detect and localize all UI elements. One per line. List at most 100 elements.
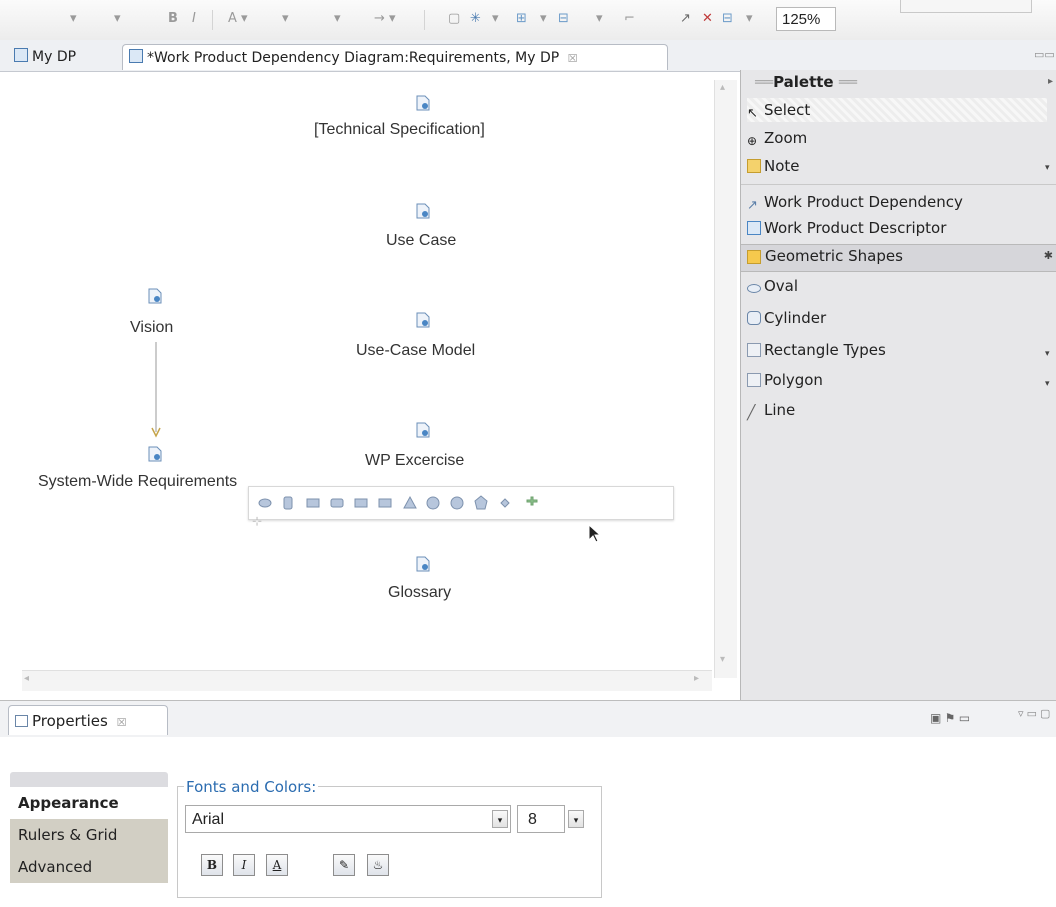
node-vision[interactable]: Vision <box>130 319 173 337</box>
palette-header[interactable]: ══Palette ══ ▸ <box>741 70 1056 94</box>
distribute-icon[interactable]: ⊟ <box>558 9 569 29</box>
properties-icon <box>15 715 28 727</box>
tab-properties[interactable]: Properties ☒ <box>8 705 168 735</box>
palette-item-label: Zoom <box>764 129 808 147</box>
palette-item-oval[interactable]: Oval <box>747 274 798 298</box>
palette-item-work-product-dependency[interactable]: ↗ Work Product Dependency <box>747 190 963 214</box>
polygon-dropdown-icon[interactable]: ▾ <box>1045 378 1050 389</box>
circle-shape-icon <box>426 496 440 510</box>
cylinder-icon <box>747 311 761 325</box>
palette-item-select[interactable]: ↖ Select <box>747 98 1047 122</box>
work-product-icon[interactable] <box>416 556 430 572</box>
font-size-combo[interactable]: 8 <box>517 805 565 833</box>
vertical-scrollbar[interactable]: ▴ ▾ <box>714 80 737 678</box>
font-name-combo[interactable]: Arial <box>185 805 511 833</box>
palette-item-note[interactable]: Note <box>747 154 800 178</box>
minimize-maximize-icon[interactable]: ▭▭ <box>1034 48 1055 61</box>
node-system-wide-requirements[interactable]: System-Wide Requirements <box>38 473 237 491</box>
minimize-maximize-icon[interactable]: ▿ ▭ ▢ <box>1018 707 1050 720</box>
delete-icon[interactable]: ✕ <box>702 9 713 29</box>
tab-dependency-diagram[interactable]: *Work Product Dependency Diagram:Require… <box>122 44 668 70</box>
drawer-icon <box>747 250 761 264</box>
font-size-dropdown-icon[interactable]: ▾ <box>568 810 584 828</box>
node-glossary[interactable]: Glossary <box>388 584 451 602</box>
font-name-dropdown-icon[interactable]: ▾ <box>492 810 508 828</box>
font-name-value: Arial <box>192 811 225 828</box>
palette-item-cylinder[interactable]: Cylinder <box>747 306 826 330</box>
scroll-up-icon[interactable]: ▴ <box>720 82 725 93</box>
line-color-button[interactable]: ✎ <box>333 854 355 876</box>
cylinder-shape-icon <box>283 496 293 510</box>
scroll-left-icon[interactable]: ◂ <box>24 673 29 684</box>
font-color-icon[interactable]: A ▾ <box>228 9 248 29</box>
italic-icon[interactable]: I <box>192 9 196 29</box>
palette-item-label: Oval <box>764 277 799 295</box>
palette-item-zoom[interactable]: ⊕ Zoom <box>747 126 807 150</box>
view-toolbar-icons[interactable]: ▣ ⚑ ▭ <box>930 711 970 725</box>
dependency-connector[interactable] <box>148 340 168 446</box>
palette-item-line[interactable]: ╱ Line <box>747 398 795 422</box>
drawer-geometric-shapes[interactable]: Geometric Shapes ✱ <box>741 244 1056 272</box>
align-dropdown[interactable]: ▾ <box>540 9 547 29</box>
pin-icon[interactable]: ✱ <box>1044 249 1053 262</box>
section-tab-advanced[interactable]: Advanced <box>10 851 168 883</box>
fill-color-icon[interactable]: ▾ <box>282 9 289 29</box>
bold-button[interactable]: B <box>201 854 223 876</box>
font-color-button[interactable]: A <box>266 854 288 876</box>
route-icon[interactable]: ⌐ <box>624 9 635 29</box>
line-icon: ╱ <box>747 405 756 421</box>
layout-dropdown[interactable]: ▾ <box>746 9 753 29</box>
node-use-case-model[interactable]: Use-Case Model <box>356 342 475 360</box>
search-field[interactable] <box>900 0 1032 13</box>
work-product-icon[interactable] <box>416 422 430 438</box>
polygon-icon <box>747 373 761 387</box>
arrange-icon[interactable]: ✳ <box>470 9 481 29</box>
section-tab-appearance[interactable]: Appearance <box>10 787 168 819</box>
toolbar-separator <box>424 10 425 30</box>
rectangle-types-dropdown-icon[interactable]: ▾ <box>1045 348 1050 359</box>
note-dropdown-icon[interactable]: ▾ <box>1045 162 1050 173</box>
diagram-canvas[interactable]: [Technical Specification] Use Case Visio… <box>8 72 714 672</box>
work-product-icon[interactable] <box>416 95 430 111</box>
zoom-level-field[interactable]: 125% <box>776 7 836 31</box>
line-style-icon[interactable]: → ▾ <box>374 9 396 29</box>
editor-tab-bar: My DP *Work Product Dependency Diagram:R… <box>0 40 1056 72</box>
popup-handle-icon: ⊹ <box>252 514 263 528</box>
close-icon[interactable]: ☒ <box>117 716 127 729</box>
bold-icon[interactable]: B <box>168 9 178 29</box>
palette-item-label: Line <box>764 401 796 419</box>
scroll-down-icon[interactable]: ▾ <box>720 654 725 665</box>
palette-item-rectangle-types[interactable]: Rectangle Types <box>747 338 886 362</box>
node-technical-specification[interactable]: [Technical Specification] <box>314 121 485 139</box>
palette-menu-icon[interactable]: ▸ <box>1048 70 1053 94</box>
line-color-icon[interactable]: ▾ <box>334 9 341 29</box>
scroll-right-icon[interactable]: ▸ <box>694 673 699 684</box>
work-product-icon[interactable] <box>416 312 430 328</box>
palette-divider <box>741 184 1056 185</box>
toolbar-dropdown-2[interactable]: ▾ <box>114 9 121 29</box>
horizontal-scrollbar[interactable]: ◂ ▸ <box>22 670 712 691</box>
palette-title: Palette <box>773 73 834 91</box>
work-product-icon[interactable] <box>148 446 162 462</box>
node-use-case[interactable]: Use Case <box>386 232 456 250</box>
close-icon[interactable]: ☒ <box>568 52 578 65</box>
work-product-icon[interactable] <box>416 203 430 219</box>
node-wp-excercise[interactable]: WP Excercise <box>365 452 464 470</box>
connector-icon[interactable]: ↗ <box>680 9 691 29</box>
fill-color-button[interactable]: ♨ <box>367 854 389 876</box>
palette-item-work-product-descriptor[interactable]: Work Product Descriptor <box>747 216 946 240</box>
tab-label: *Work Product Dependency Diagram:Require… <box>147 50 560 66</box>
ellipse-shape-icon <box>450 496 464 510</box>
align-icon[interactable]: ⊞ <box>516 9 527 29</box>
toolbar-dropdown-1[interactable]: ▾ <box>70 9 77 29</box>
work-product-icon[interactable] <box>148 288 162 304</box>
tab-label: My DP <box>32 49 77 65</box>
italic-button[interactable]: I <box>233 854 255 876</box>
tab-my-dp[interactable]: My DP <box>14 44 76 70</box>
palette-item-polygon[interactable]: Polygon <box>747 368 823 392</box>
section-tab-rulers-grid[interactable]: Rulers & Grid <box>10 819 168 851</box>
select-all-icon[interactable]: ▢ <box>448 9 460 29</box>
layout-icon[interactable]: ⊟ <box>722 9 733 29</box>
arrange-dropdown[interactable]: ▾ <box>492 9 499 29</box>
distribute-dropdown[interactable]: ▾ <box>596 9 603 29</box>
